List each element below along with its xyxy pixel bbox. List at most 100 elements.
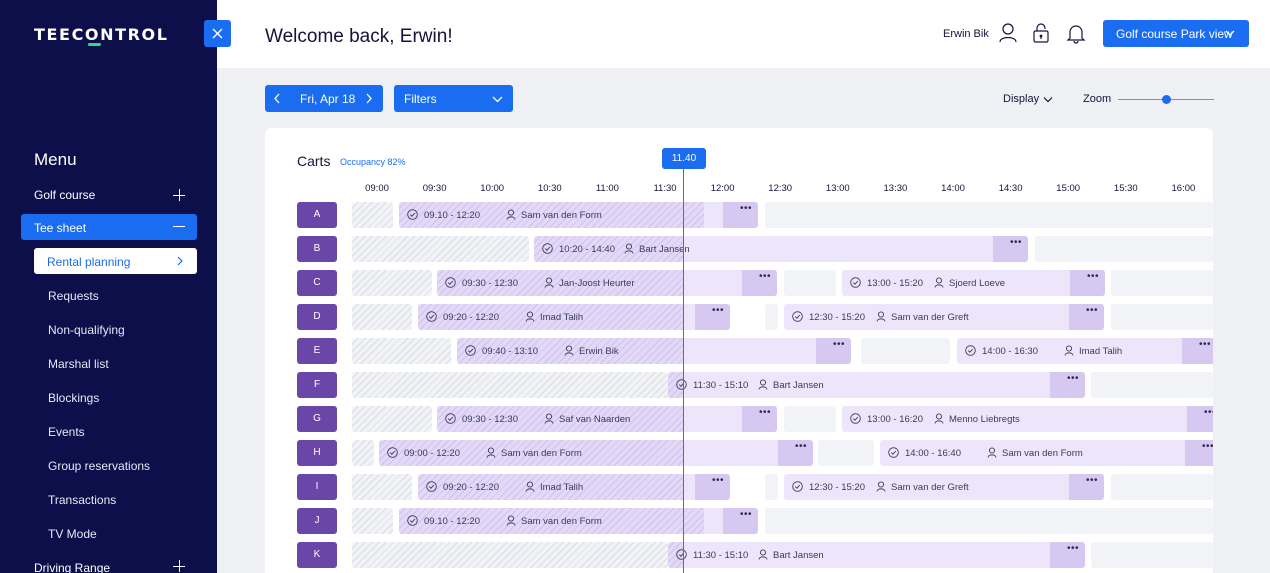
more-options-icon[interactable]: ••• xyxy=(833,339,845,350)
reservation-options[interactable]: ••• xyxy=(723,508,758,534)
filters-dropdown[interactable]: Filters xyxy=(394,85,513,112)
nav-events[interactable]: Events xyxy=(48,425,85,439)
user-icon[interactable] xyxy=(998,22,1018,44)
cart-button[interactable]: K xyxy=(297,542,337,568)
free-slot[interactable] xyxy=(1111,304,1213,330)
collapse-icon[interactable] xyxy=(173,226,185,227)
more-options-icon[interactable]: ••• xyxy=(759,407,771,418)
cart-button[interactable]: D xyxy=(297,304,337,330)
reservation-block[interactable]: ••• 09:00 - 12:20 Sam van den Form xyxy=(379,440,813,466)
cart-button[interactable]: C xyxy=(297,270,337,296)
user-name[interactable]: Erwin Bik xyxy=(943,28,989,40)
nav-marshal-list[interactable]: Marshal list xyxy=(48,357,109,371)
reservation-block[interactable]: ••• 09:30 - 12:30 Saf van Naarden xyxy=(437,406,777,432)
reservation-options[interactable]: ••• xyxy=(778,440,813,466)
reservation-block[interactable]: ••• 13:00 - 15:20 Sjoerd Loeve xyxy=(842,270,1105,296)
more-options-icon[interactable]: ••• xyxy=(759,271,771,282)
reservation-options[interactable]: ••• xyxy=(1069,304,1104,330)
cart-button[interactable]: G xyxy=(297,406,337,432)
free-slot[interactable] xyxy=(861,338,950,364)
more-options-icon[interactable]: ••• xyxy=(1086,475,1098,486)
more-options-icon[interactable]: ••• xyxy=(712,475,724,486)
free-slot[interactable] xyxy=(784,406,836,432)
nav-requests[interactable]: Requests xyxy=(48,289,99,303)
chevron-down-icon[interactable] xyxy=(1043,96,1053,103)
cart-button[interactable]: F xyxy=(297,372,337,398)
reservation-block[interactable]: ••• 11:30 - 15:10 Bart Jansen xyxy=(668,372,1085,398)
more-options-icon[interactable]: ••• xyxy=(740,203,752,214)
nav-blockings[interactable]: Blockings xyxy=(48,391,99,405)
chevron-right-icon[interactable] xyxy=(365,93,373,104)
reservation-options[interactable]: ••• xyxy=(695,304,730,330)
reservation-block[interactable]: ••• 09.10 - 12:20 Sam van den Form xyxy=(399,508,758,534)
reservation-options[interactable]: ••• xyxy=(1182,338,1213,364)
reservation-block[interactable]: ••• 10:20 - 14:40 Bart Jansen xyxy=(534,236,1028,262)
reservation-options[interactable]: ••• xyxy=(816,338,851,364)
free-slot[interactable] xyxy=(765,508,1213,534)
reservation-options[interactable]: ••• xyxy=(1187,406,1213,432)
free-slot[interactable] xyxy=(1091,372,1213,398)
cart-button[interactable]: A xyxy=(297,202,337,228)
reservation-options[interactable]: ••• xyxy=(1069,474,1104,500)
nav-tv-mode[interactable]: TV Mode xyxy=(48,527,97,541)
reservation-block[interactable]: ••• 11:30 - 15:10 Bart Jansen xyxy=(668,542,1085,568)
expand-driving-range-icon[interactable] xyxy=(173,560,185,572)
close-sidebar-button[interactable] xyxy=(204,20,231,47)
nav-golf-course[interactable]: Golf course xyxy=(34,188,95,202)
more-options-icon[interactable]: ••• xyxy=(1010,237,1022,248)
more-options-icon[interactable]: ••• xyxy=(740,509,752,520)
reservation-block[interactable]: ••• 09:30 - 12:30 Jan-Joost Heurter xyxy=(437,270,777,296)
free-slot[interactable] xyxy=(1111,270,1213,296)
cart-button[interactable]: I xyxy=(297,474,337,500)
nav-tee-sheet[interactable]: Tee sheet xyxy=(21,214,197,240)
more-options-icon[interactable]: ••• xyxy=(1067,373,1079,384)
nav-transactions[interactable]: Transactions xyxy=(48,493,116,507)
more-options-icon[interactable]: ••• xyxy=(1087,271,1099,282)
chevron-left-icon[interactable] xyxy=(273,93,281,104)
reservation-options[interactable]: ••• xyxy=(1185,440,1213,466)
free-slot[interactable] xyxy=(784,270,836,296)
reservation-block[interactable]: ••• 12:30 - 15:20 Sam van der Greft xyxy=(784,304,1104,330)
cart-button[interactable]: B xyxy=(297,236,337,262)
display-dropdown[interactable]: Display xyxy=(1003,93,1039,105)
bell-icon[interactable] xyxy=(1066,22,1086,44)
course-select-button[interactable]: Golf course Park view xyxy=(1103,20,1249,47)
nav-non-qualifying[interactable]: Non-qualifying xyxy=(48,323,125,337)
more-options-icon[interactable]: ••• xyxy=(1067,543,1079,554)
cart-button[interactable]: J xyxy=(297,508,337,534)
reservation-options[interactable]: ••• xyxy=(1070,270,1105,296)
nav-rental-planning[interactable]: Rental planning xyxy=(34,248,197,274)
reservation-block[interactable]: ••• 09:40 - 13:10 Erwin Bik xyxy=(457,338,851,364)
reservation-block[interactable]: ••• 14:00 - 16:30 Imad Talih xyxy=(957,338,1213,364)
free-slot[interactable] xyxy=(1035,236,1213,262)
free-slot[interactable] xyxy=(765,474,778,500)
expand-golf-course-icon[interactable] xyxy=(173,189,185,201)
reservation-block[interactable]: ••• 12:30 - 15:20 Sam van der Greft xyxy=(784,474,1104,500)
free-slot[interactable] xyxy=(765,202,1213,228)
reservation-block[interactable]: ••• 09.10 - 12:20 Sam van den Form xyxy=(399,202,758,228)
reservation-options[interactable]: ••• xyxy=(695,474,730,500)
more-options-icon[interactable]: ••• xyxy=(1086,305,1098,316)
reservation-block[interactable]: ••• 13:00 - 16:20 Menno Liebregts xyxy=(842,406,1213,432)
reservation-options[interactable]: ••• xyxy=(742,270,777,296)
more-options-icon[interactable]: ••• xyxy=(1204,407,1213,418)
cart-button[interactable]: E xyxy=(297,338,337,364)
reservation-options[interactable]: ••• xyxy=(742,406,777,432)
zoom-slider-handle[interactable] xyxy=(1161,95,1171,104)
free-slot[interactable] xyxy=(765,304,778,330)
free-slot[interactable] xyxy=(1111,474,1213,500)
free-slot[interactable] xyxy=(1091,542,1213,568)
more-options-icon[interactable]: ••• xyxy=(1199,339,1211,350)
reservation-block[interactable]: ••• 14:00 - 16:40 Sam van den Form xyxy=(880,440,1213,466)
more-options-icon[interactable]: ••• xyxy=(1202,441,1213,452)
more-options-icon[interactable]: ••• xyxy=(712,305,724,316)
reservation-options[interactable]: ••• xyxy=(993,236,1028,262)
reservation-options[interactable]: ••• xyxy=(1050,372,1085,398)
cart-button[interactable]: H xyxy=(297,440,337,466)
more-options-icon[interactable]: ••• xyxy=(795,441,807,452)
nav-driving-range[interactable]: Driving Range xyxy=(34,561,110,573)
nav-group-reservations[interactable]: Group reservations xyxy=(48,459,150,473)
date-picker[interactable]: Fri, Apr 18 xyxy=(265,85,383,112)
lock-icon[interactable] xyxy=(1032,22,1050,44)
reservation-options[interactable]: ••• xyxy=(723,202,758,228)
